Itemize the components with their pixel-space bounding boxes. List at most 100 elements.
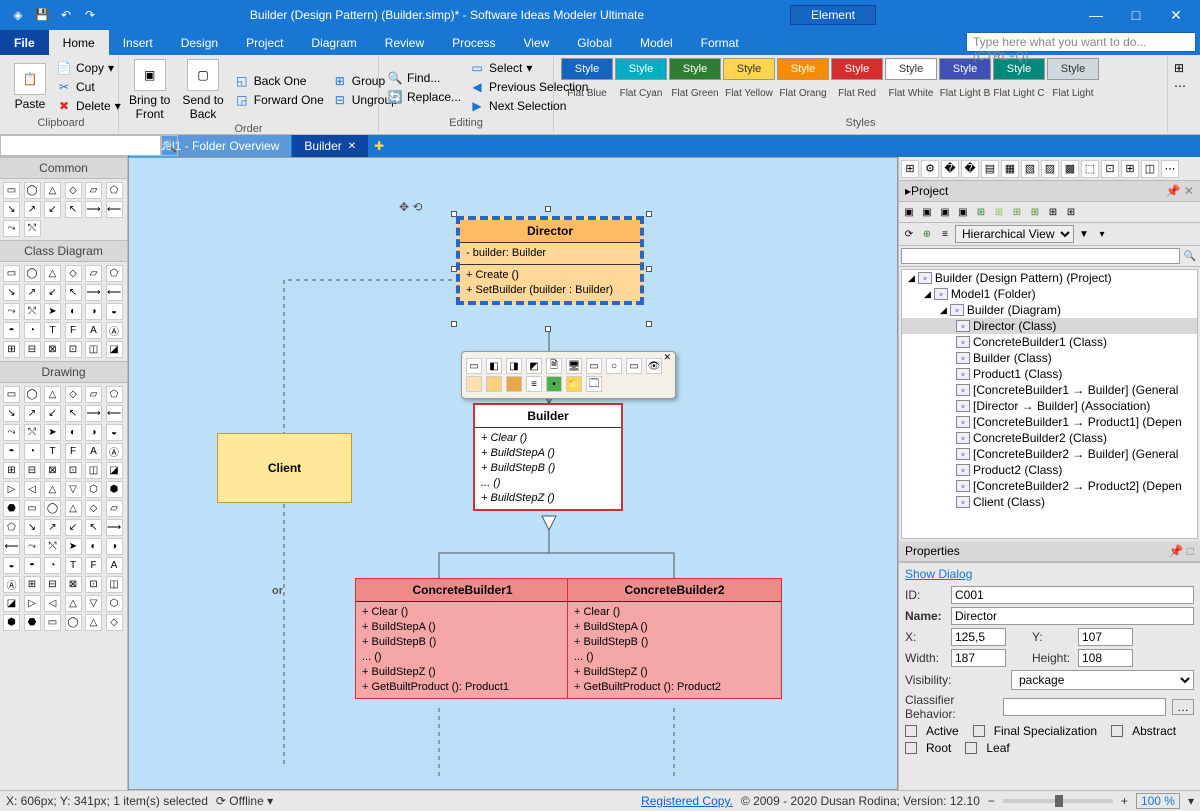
- tool-item[interactable]: ⬢: [106, 481, 123, 498]
- tool-item[interactable]: ⬡: [106, 595, 123, 612]
- tree-node[interactable]: ▫ Product1 (Class): [902, 366, 1197, 382]
- tool-item[interactable]: ▷: [24, 595, 41, 612]
- tool-item[interactable]: ◔: [44, 557, 61, 574]
- prop-final-cb[interactable]: [973, 725, 985, 737]
- toolbox-class-header[interactable]: Class Diagram: [0, 240, 127, 262]
- tool-item[interactable]: ↗: [44, 519, 61, 536]
- tool-item[interactable]: Ⓐ: [3, 576, 20, 593]
- tree-node[interactable]: ◢ ▫ Builder (Diagram): [902, 302, 1197, 318]
- tool-item[interactable]: ◁: [44, 595, 61, 612]
- tool-item[interactable]: ➤: [44, 424, 61, 441]
- prop-height[interactable]: [1078, 649, 1133, 667]
- project-toolbar[interactable]: ▣▣▣▣⊞⊞⊞⊞⊞⊞: [899, 202, 1200, 223]
- project-view-select[interactable]: Hierarchical View: [955, 225, 1074, 243]
- tool-item[interactable]: ↙: [44, 201, 61, 218]
- tool-item[interactable]: ⤲: [44, 538, 61, 555]
- tool-item[interactable]: ⊟: [24, 462, 41, 479]
- drawing-tools[interactable]: ▭◯△◇▱⬠↘↗↙↖⟶⟵⤳⤲➤◐◑◒◓◔TFAⒶ⊞⊟⊠⊡◫◪▷◁△▽⬡⬢⬣▭◯△…: [0, 383, 127, 634]
- tool-item[interactable]: ⟶: [85, 405, 102, 422]
- tool-item[interactable]: ⊠: [44, 341, 61, 358]
- tool-item[interactable]: ▭: [24, 500, 41, 517]
- zoom-in[interactable]: +: [1121, 794, 1128, 808]
- zoom-value[interactable]: 100 %: [1136, 793, 1180, 809]
- tool-item[interactable]: ◇: [65, 182, 82, 199]
- tool-item[interactable]: ➤: [65, 538, 82, 555]
- tool-item[interactable]: ◫: [106, 576, 123, 593]
- tool-item[interactable]: ⤲: [24, 424, 41, 441]
- tool-item[interactable]: T: [44, 443, 61, 460]
- tool-item[interactable]: ◇: [65, 265, 82, 282]
- tree-node[interactable]: ◢ ▫ Model1 (Folder): [902, 286, 1197, 302]
- style-swatch[interactable]: Style: [1047, 58, 1099, 80]
- tool-item[interactable]: ◇: [65, 386, 82, 403]
- tool-item[interactable]: ◐: [65, 424, 82, 441]
- tool-item[interactable]: ↘: [3, 201, 20, 218]
- tool-item[interactable]: ↖: [65, 405, 82, 422]
- search-icon[interactable]: 🔍: [161, 135, 178, 156]
- zoom-out[interactable]: −: [988, 794, 995, 808]
- tool-item[interactable]: ▱: [85, 265, 102, 282]
- tool-item[interactable]: ⬡: [85, 481, 102, 498]
- close-tab-icon[interactable]: ✕: [348, 141, 356, 152]
- tool-item[interactable]: ⊡: [65, 462, 82, 479]
- search-icon[interactable]: 🔍: [1182, 248, 1198, 264]
- project-panel-header[interactable]: ▸ Project📌 ✕: [899, 181, 1200, 202]
- menu-diagram[interactable]: Diagram: [297, 30, 370, 55]
- tool-item[interactable]: ⊠: [44, 462, 61, 479]
- tab-builder[interactable]: Builder✕: [292, 135, 369, 157]
- tool-item[interactable]: ◯: [65, 614, 82, 631]
- properties-header[interactable]: Properties📌 □: [899, 541, 1200, 562]
- tool-item[interactable]: ➤: [44, 303, 61, 320]
- minimize-button[interactable]: —: [1076, 0, 1116, 30]
- tool-item[interactable]: ⟶: [106, 519, 123, 536]
- tool-item[interactable]: ◒: [3, 557, 20, 574]
- tool-item[interactable]: ↙: [65, 519, 82, 536]
- panel-tool[interactable]: �: [941, 160, 959, 178]
- command-search[interactable]: Type here what you want to do... (CTRL+Q…: [966, 32, 1196, 52]
- tool-item[interactable]: ↘: [24, 519, 41, 536]
- tree-node[interactable]: ▫ Builder (Class): [902, 350, 1197, 366]
- tool-item[interactable]: ⊞: [3, 341, 20, 358]
- paste-button[interactable]: 📋Paste: [10, 61, 50, 113]
- close-button[interactable]: ✕: [1156, 0, 1196, 30]
- panel-tool[interactable]: ⊞: [1121, 160, 1139, 178]
- prop-active-cb[interactable]: [905, 725, 917, 737]
- tool-item[interactable]: ◓: [3, 443, 20, 460]
- prop-root-cb[interactable]: [905, 742, 917, 754]
- tool-item[interactable]: ⊠: [65, 576, 82, 593]
- tool-item[interactable]: ▭: [3, 182, 20, 199]
- tool-item[interactable]: ⟵: [3, 538, 20, 555]
- tool-item[interactable]: ◇: [106, 614, 123, 631]
- tree-node[interactable]: ▫ Client (Class): [902, 494, 1197, 510]
- tool-item[interactable]: A: [106, 557, 123, 574]
- tool-item[interactable]: ↖: [65, 201, 82, 218]
- menu-file[interactable]: File: [0, 30, 49, 55]
- style-swatch[interactable]: Style: [723, 58, 775, 80]
- uml-class-concretebuilder2[interactable]: ConcreteBuilder2 + Clear ()+ BuildStepA …: [567, 578, 782, 699]
- tool-item[interactable]: ⊟: [44, 576, 61, 593]
- panel-tool[interactable]: ⊡: [1101, 160, 1119, 178]
- undo-icon[interactable]: ↶: [58, 7, 74, 23]
- tool-item[interactable]: ◯: [24, 386, 41, 403]
- panel-tool[interactable]: ▤: [981, 160, 999, 178]
- uml-class-concretebuilder1[interactable]: ConcreteBuilder1 + Clear ()+ BuildStepA …: [355, 578, 570, 699]
- tool-item[interactable]: ↖: [85, 519, 102, 536]
- tool-item[interactable]: ↖: [65, 284, 82, 301]
- tool-item[interactable]: ⬠: [3, 519, 20, 536]
- toolbox-search[interactable]: [0, 135, 161, 156]
- tool-item[interactable]: ◯: [24, 182, 41, 199]
- panel-tool[interactable]: ▦: [1001, 160, 1019, 178]
- zoom-slider[interactable]: [1003, 799, 1113, 803]
- forward-one-button[interactable]: ◲Forward One: [232, 91, 326, 109]
- prop-id[interactable]: [951, 586, 1194, 604]
- tool-item[interactable]: △: [65, 500, 82, 517]
- tool-item[interactable]: ◔: [24, 322, 41, 339]
- tool-item[interactable]: △: [44, 481, 61, 498]
- style-swatch[interactable]: Style: [777, 58, 829, 80]
- tree-node[interactable]: ▫ [ConcreteBuilder1 → Builder] (General: [902, 382, 1197, 398]
- panel-tool[interactable]: ▩: [1061, 160, 1079, 178]
- tool-item[interactable]: ⤳: [24, 538, 41, 555]
- add-tab-button[interactable]: ✚: [369, 135, 389, 157]
- style-swatch[interactable]: Style: [615, 58, 667, 80]
- tool-item[interactable]: ◫: [85, 341, 102, 358]
